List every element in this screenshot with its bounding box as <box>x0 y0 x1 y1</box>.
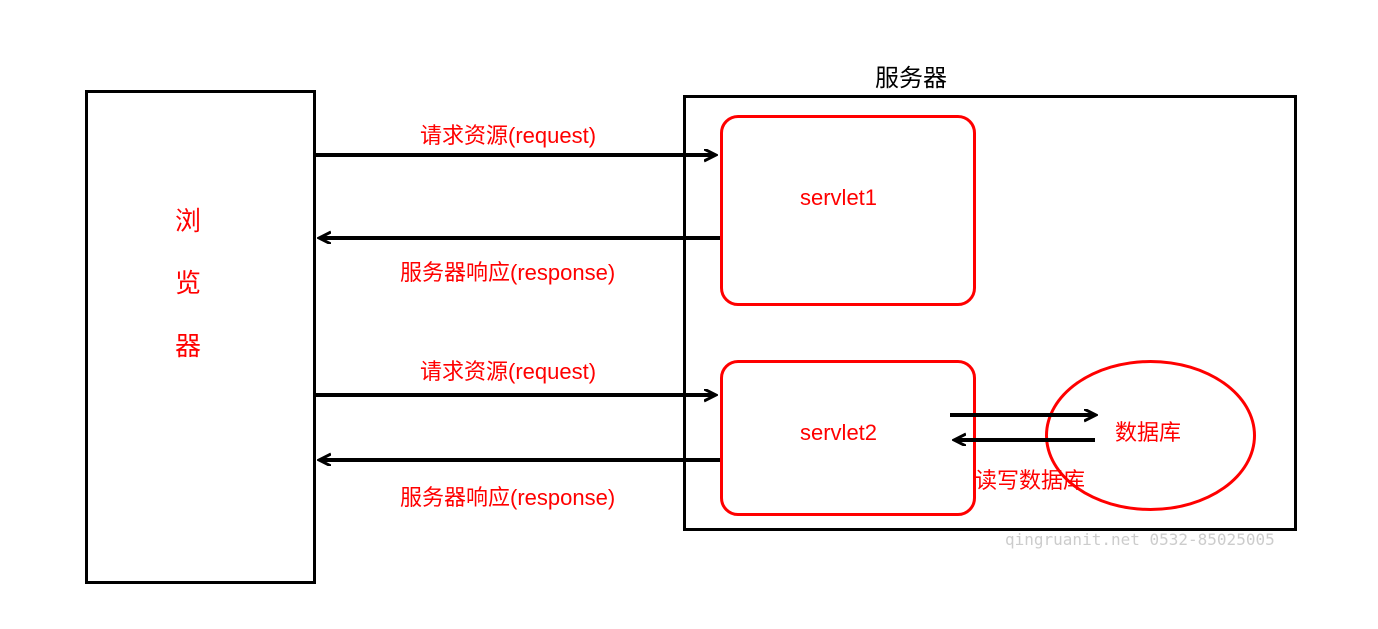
watermark-text: qingruanit.net 0532-85025005 <box>1005 530 1275 549</box>
